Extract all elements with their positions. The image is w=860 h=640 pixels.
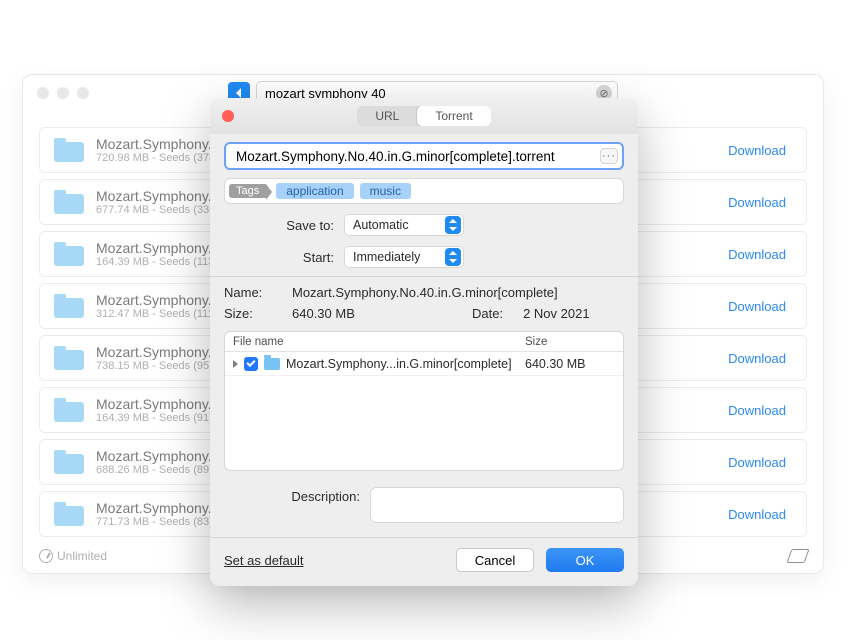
close-icon[interactable] (37, 87, 49, 99)
source-segmented-control: URL Torrent (357, 106, 490, 126)
name-label: Name: (224, 285, 272, 300)
tab-url[interactable]: URL (357, 106, 417, 126)
browse-button[interactable]: ··· (600, 148, 618, 164)
dialog-footer: Set as default Cancel OK (210, 538, 638, 586)
dialog-close-icon[interactable] (222, 110, 234, 122)
download-link[interactable]: Download (722, 143, 792, 158)
add-download-dialog: URL Torrent ··· Tags application music S… (210, 98, 638, 586)
chevron-up-down-icon (445, 216, 461, 234)
folder-icon (54, 346, 84, 370)
download-link[interactable]: Download (722, 507, 792, 522)
save-to-value: Automatic (353, 218, 409, 232)
file-name: Mozart.Symphony...in.G.minor[complete] (286, 357, 525, 371)
eraser-icon[interactable] (786, 549, 809, 563)
description-input[interactable] (370, 487, 624, 523)
torrent-file-field: ··· (224, 142, 624, 170)
save-to-select[interactable]: Automatic (344, 214, 464, 236)
disclosure-triangle-icon[interactable] (233, 360, 238, 368)
file-list: File name Size Mozart.Symphony...in.G.mi… (224, 331, 624, 471)
speed-label: Unlimited (57, 549, 107, 563)
folder-icon (264, 358, 280, 370)
col-size[interactable]: Size (525, 336, 615, 348)
torrent-meta: Name: Mozart.Symphony.No.40.in.G.minor[c… (210, 277, 638, 327)
cancel-button[interactable]: Cancel (456, 548, 534, 572)
folder-icon (54, 450, 84, 474)
date-label: Date: (472, 306, 503, 321)
folder-icon (54, 502, 84, 526)
download-link[interactable]: Download (722, 195, 792, 210)
file-checkbox[interactable] (244, 357, 258, 371)
tags-label: Tags (229, 184, 266, 198)
download-link[interactable]: Download (722, 299, 792, 314)
window-controls (37, 87, 89, 99)
file-row[interactable]: Mozart.Symphony...in.G.minor[complete] 6… (225, 352, 623, 376)
tags-field[interactable]: Tags application music (224, 178, 624, 204)
folder-icon (54, 138, 84, 162)
download-link[interactable]: Download (722, 455, 792, 470)
tag-music[interactable]: music (360, 183, 411, 199)
set-as-default-link[interactable]: Set as default (224, 553, 304, 568)
gauge-icon (39, 549, 53, 563)
size-label: Size: (224, 306, 272, 321)
ok-button[interactable]: OK (546, 548, 624, 572)
tag-application[interactable]: application (276, 183, 353, 199)
start-select[interactable]: Immediately (344, 246, 464, 268)
dialog-header: URL Torrent (210, 98, 638, 134)
folder-icon (54, 294, 84, 318)
col-filename[interactable]: File name (233, 336, 525, 348)
minimize-icon[interactable] (57, 87, 69, 99)
date-value: 2 Nov 2021 (523, 306, 590, 321)
folder-icon (54, 398, 84, 422)
chevron-left-icon (234, 88, 244, 98)
save-to-label: Save to: (224, 218, 334, 233)
chevron-up-down-icon (445, 248, 461, 266)
name-value: Mozart.Symphony.No.40.in.G.minor[complet… (292, 285, 558, 300)
download-link[interactable]: Download (722, 247, 792, 262)
download-link[interactable]: Download (722, 351, 792, 366)
size-value: 640.30 MB (292, 306, 452, 321)
start-value: Immediately (353, 250, 420, 264)
start-label: Start: (224, 250, 334, 265)
tab-torrent[interactable]: Torrent (417, 106, 490, 126)
description-label: Description: (250, 487, 360, 504)
zoom-icon[interactable] (77, 87, 89, 99)
speed-indicator[interactable]: Unlimited (39, 549, 107, 563)
file-list-header: File name Size (225, 332, 623, 352)
folder-icon (54, 242, 84, 266)
download-link[interactable]: Download (722, 403, 792, 418)
folder-icon (54, 190, 84, 214)
torrent-file-input[interactable] (234, 148, 600, 165)
file-size: 640.30 MB (525, 357, 615, 371)
